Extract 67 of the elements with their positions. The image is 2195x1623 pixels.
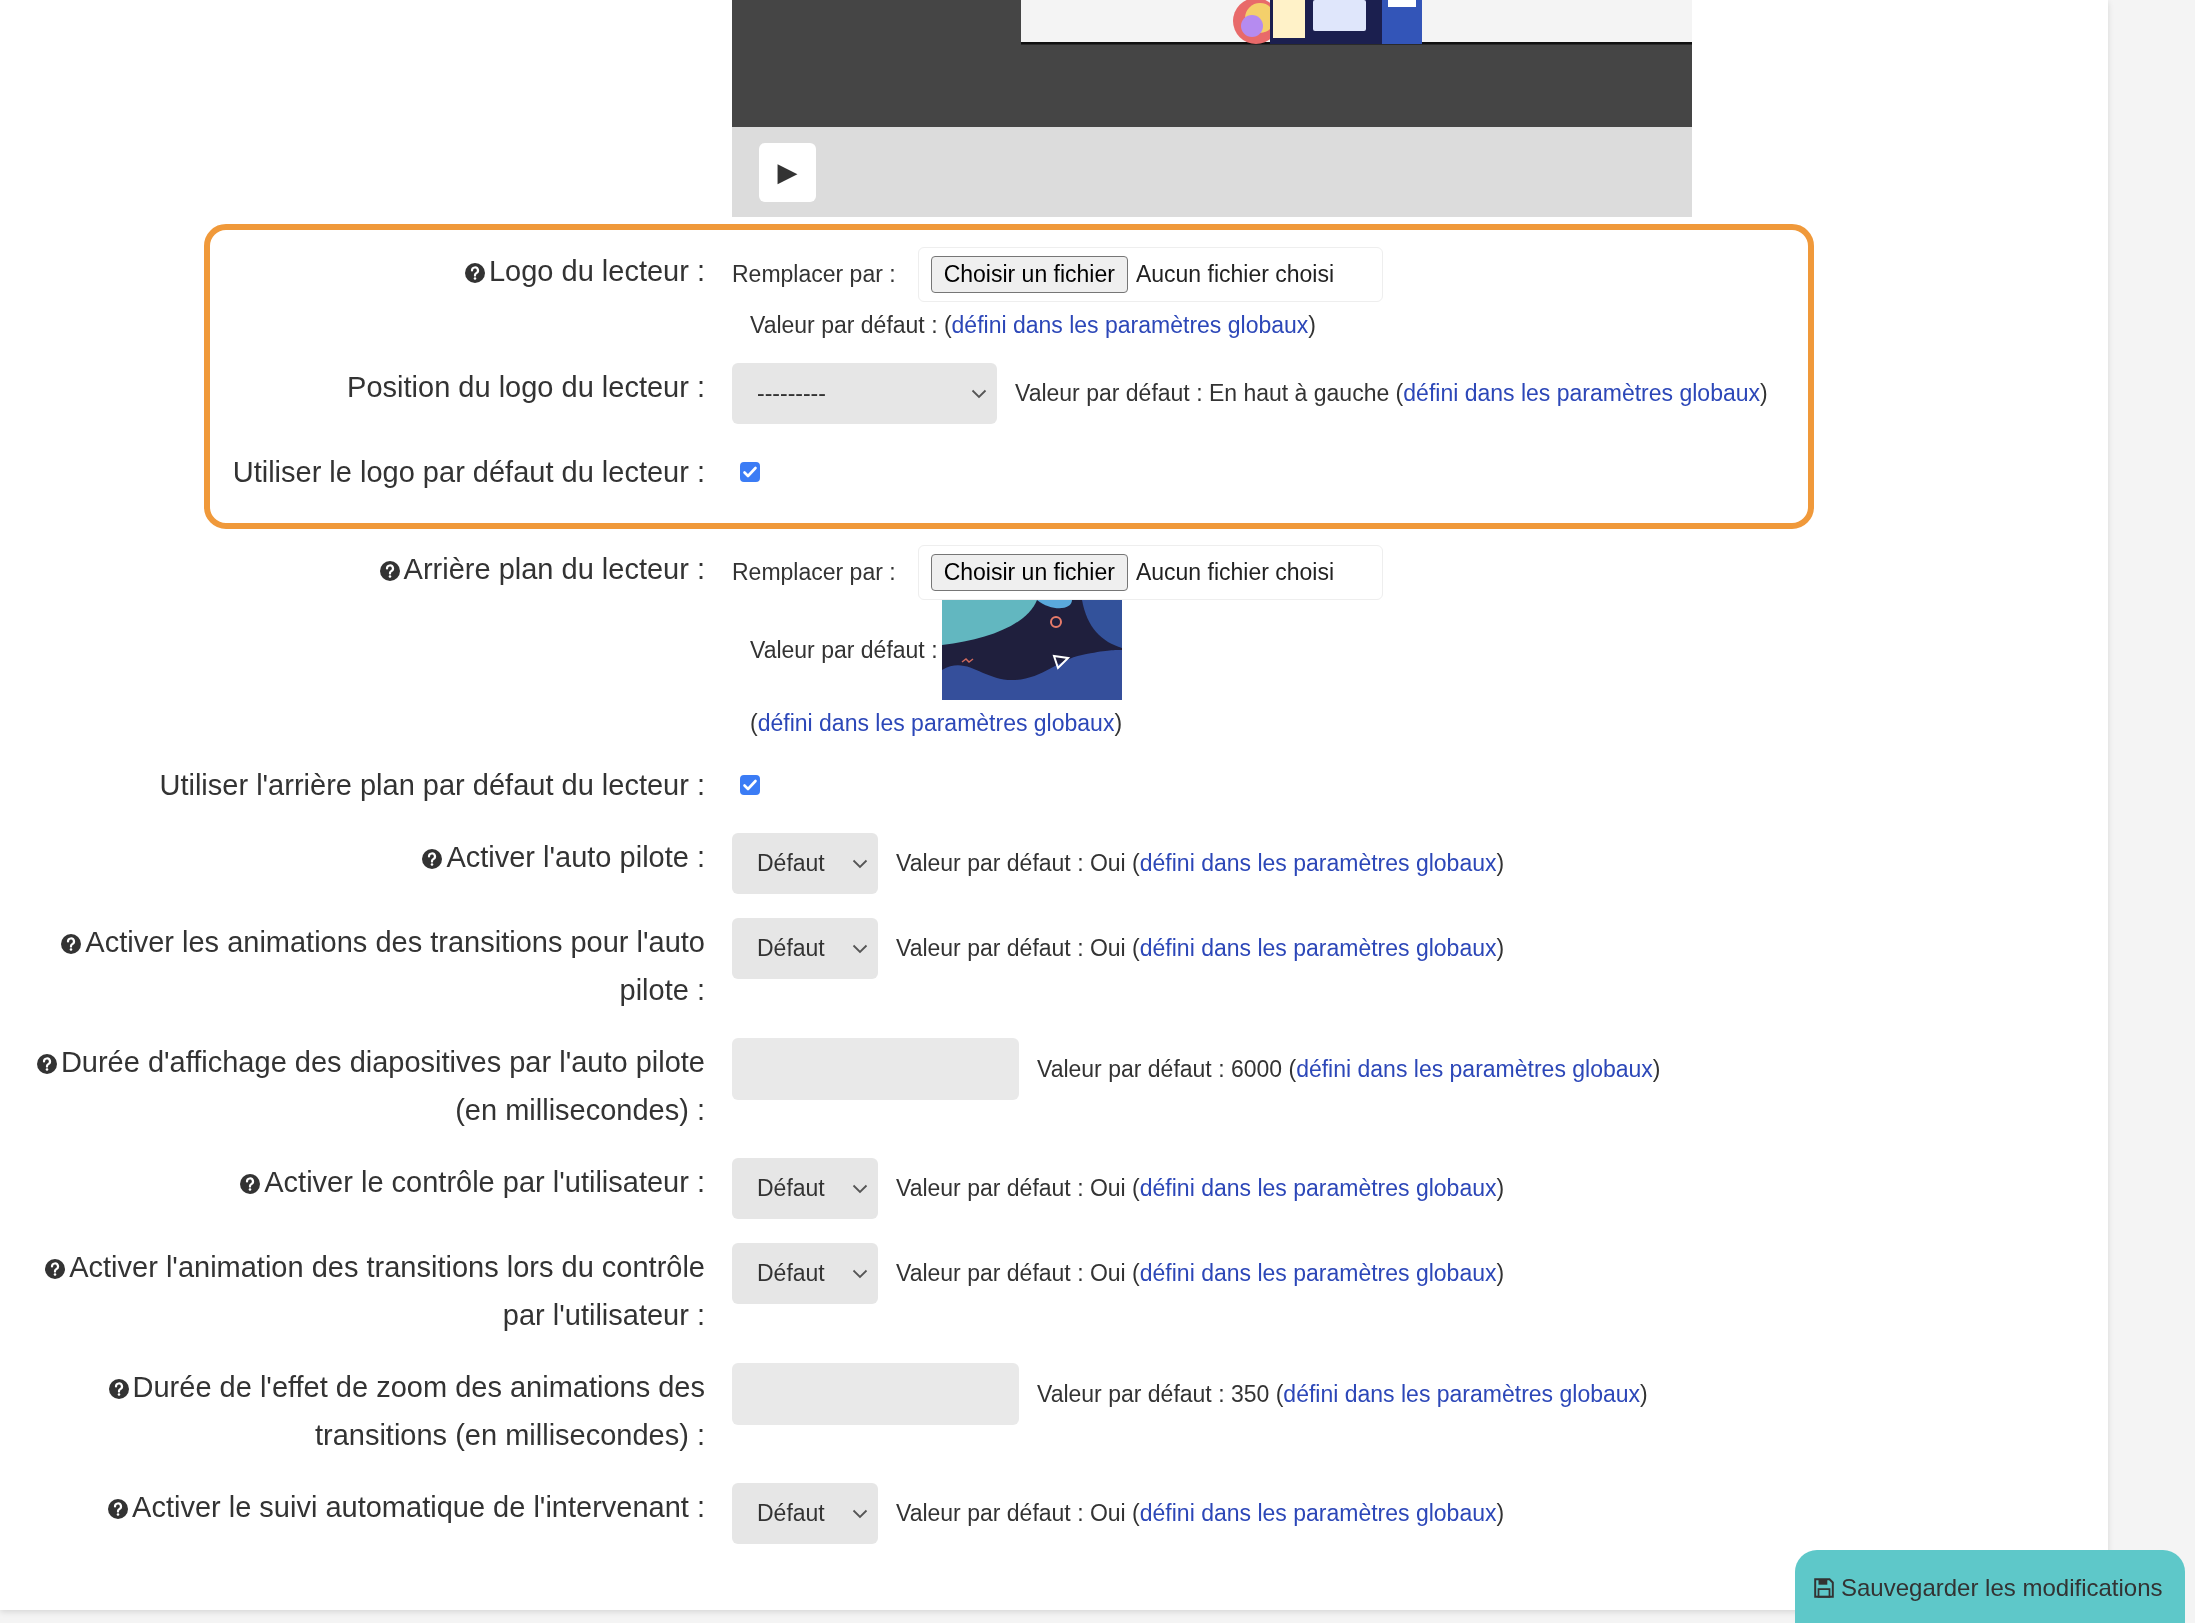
save-button[interactable]: Sauvegarder les modifications <box>1795 1550 2185 1623</box>
file-status-text: Aucun fichier choisi <box>1135 559 1335 586</box>
chevron-icon <box>971 388 987 399</box>
global-settings-link[interactable]: défini dans les paramètres globaux <box>1403 380 1760 406</box>
field-label: Utiliser le logo par défaut du lecteur : <box>232 456 705 488</box>
select-field[interactable]: --------- <box>732 363 997 424</box>
default-value-text: Valeur par défaut : Oui (défini dans les paramètres globaux) <box>896 850 1505 877</box>
select-field[interactable]: Défaut <box>732 1483 878 1544</box>
checkbox[interactable] <box>740 775 760 795</box>
global-settings-link[interactable]: défini dans les paramètres globaux <box>951 312 1309 338</box>
play-button[interactable]: ▶ <box>759 142 816 202</box>
field-label: Activer l'auto pilote : <box>446 841 705 873</box>
help-icon[interactable] <box>240 1174 261 1194</box>
default-value-text: Valeur par défaut : <box>750 636 938 664</box>
field-label: Activer le contrôle par l'utilisateur : <box>264 1166 705 1198</box>
default-value-text: Valeur par défaut : Oui (défini dans les paramètres globaux) <box>896 1260 1505 1287</box>
help-icon[interactable] <box>108 1379 129 1399</box>
select-field[interactable]: Défaut <box>732 918 878 979</box>
help-icon[interactable] <box>61 934 82 954</box>
default-value-text: Valeur par défaut : 6000 (défini dans les paramètres globaux) <box>1037 1055 1661 1083</box>
global-settings-link[interactable]: défini dans les paramètres globaux <box>1139 935 1497 961</box>
help-icon[interactable] <box>36 1054 57 1074</box>
field-label: Utiliser l'arrière plan par défaut du lecteur : <box>159 769 705 801</box>
replace-label: Remplacer par : <box>732 261 896 288</box>
chevron-icon <box>852 858 868 869</box>
default-value-text: Valeur par défaut : (défini dans les paramètres globaux) <box>750 312 1316 338</box>
field-label: Activer l'animation des transitions lors du contrôle par l'utilisateur : <box>69 1251 705 1331</box>
field-label: Activer les animations des transitions pour l'auto pilote : <box>85 926 705 1006</box>
help-icon[interactable] <box>464 263 485 283</box>
select-field[interactable]: Défaut <box>732 1243 878 1304</box>
choose-file-button[interactable]: Choisir un fichier <box>930 256 1128 293</box>
file-status-text: Aucun fichier choisi <box>1135 261 1335 288</box>
global-settings-link[interactable]: défini dans les paramètres globaux <box>1139 1500 1497 1526</box>
global-settings-link[interactable]: défini dans les paramètres globaux <box>1283 1380 1641 1407</box>
field-label: Durée d'affichage des diapositives par l'auto pilote (en millisecondes) : <box>60 1046 705 1126</box>
chevron-icon <box>852 1268 868 1279</box>
save-icon <box>1813 1577 1835 1599</box>
field-label: Activer le suivi automatique de l'intervenant : <box>132 1491 705 1523</box>
chevron-icon <box>852 1508 868 1519</box>
field-label: Logo du lecteur : <box>488 255 705 287</box>
field-label: Arrière plan du lecteur : <box>403 553 705 585</box>
select-field[interactable]: Défaut <box>732 1158 878 1219</box>
default-value-text: Valeur par défaut : Oui (défini dans les paramètres globaux) <box>896 1175 1505 1202</box>
file-input-field[interactable]: Choisir un fichier Aucun fichier choisi <box>917 247 1384 302</box>
default-value-text: Valeur par défaut : 350 (défini dans les paramètres globaux) <box>1037 1380 1648 1408</box>
default-value-text: Valeur par défaut : Oui (défini dans les paramètres globaux) <box>896 1500 1505 1527</box>
field-label: Durée de l'effet de zoom des animations des transitions (en millisecondes) : <box>132 1371 705 1451</box>
field-label: Position du logo du lecteur : <box>347 371 705 403</box>
default-value-text: Valeur par défaut : En haut à gauche (défini dans les paramètres globaux) <box>1015 380 1768 407</box>
replace-label: Remplacer par : <box>732 559 896 586</box>
global-settings-link[interactable]: défini dans les paramètres globaux <box>1139 1175 1497 1201</box>
help-icon[interactable] <box>45 1259 66 1279</box>
file-input-field[interactable]: Choisir un fichier Aucun fichier choisi <box>917 545 1384 600</box>
select-field[interactable]: Défaut <box>732 833 878 894</box>
global-settings-link[interactable]: défini dans les paramètres globaux <box>757 710 1115 736</box>
help-icon[interactable] <box>108 1499 129 1519</box>
global-settings-link[interactable]: défini dans les paramètres globaux <box>1139 850 1497 876</box>
help-icon[interactable] <box>379 561 400 581</box>
choose-file-button[interactable]: Choisir un fichier <box>930 554 1128 591</box>
default-value-text: (défini dans les paramètres globaux) <box>750 710 1123 736</box>
chevron-icon <box>852 1183 868 1194</box>
help-icon[interactable] <box>422 849 443 869</box>
chevron-icon <box>852 943 868 954</box>
default-value-text: Valeur par défaut : Oui (défini dans les paramètres globaux) <box>896 935 1505 962</box>
global-settings-link[interactable]: défini dans les paramètres globaux <box>1296 1055 1653 1082</box>
checkbox[interactable] <box>740 462 760 482</box>
global-settings-link[interactable]: défini dans les paramètres globaux <box>1139 1260 1497 1286</box>
